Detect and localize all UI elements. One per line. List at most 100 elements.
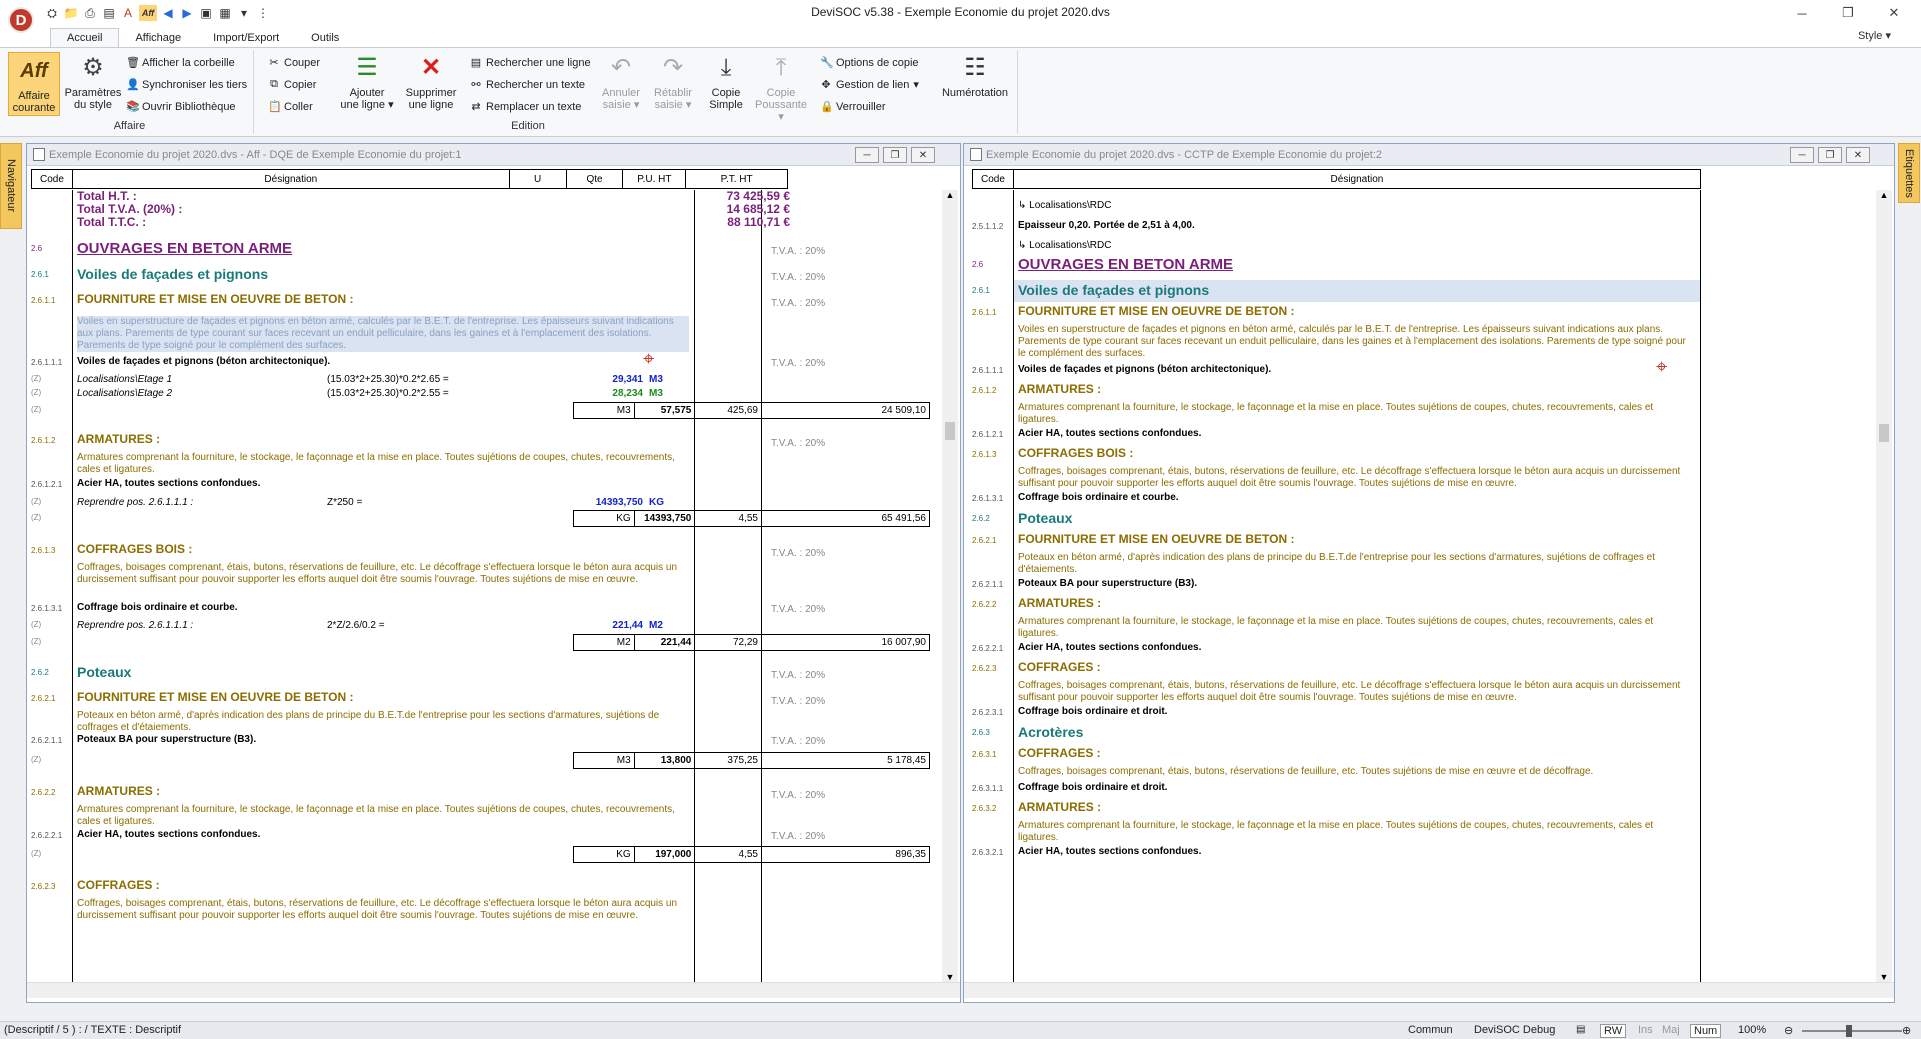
afficher-corbeille-button[interactable]: 🗑 Afficher la corbeille — [126, 56, 235, 70]
row-designation[interactable]: Voiles de façades et pignons — [1018, 282, 1209, 298]
tab-import-export[interactable]: Import/Export — [197, 29, 295, 47]
forward-arrow-icon[interactable]: ▶ — [179, 5, 195, 21]
affaire-courante-button[interactable]: Aff Affaire courante — [8, 52, 60, 116]
row-designation[interactable]: ARMATURES : — [1018, 800, 1101, 814]
row-designation[interactable]: Voiles de façades et pignons (béton arch… — [77, 356, 330, 367]
row-description[interactable]: Armatures comprenant la fourniture, le s… — [1018, 616, 1696, 640]
retablir-saisie-button[interactable]: ↷ Rétablir saisie ▾ — [648, 52, 698, 112]
remplacer-texte-button[interactable]: ⇄ Remplacer un texte — [470, 100, 581, 114]
coller-button[interactable]: 📋 Coller — [268, 100, 313, 114]
aff-quick-icon[interactable]: Aff — [139, 5, 157, 21]
row-description[interactable]: Coffrages, boisages comprenant, étais, b… — [1018, 466, 1696, 490]
customize-qa-icon[interactable]: ⋮ — [255, 5, 271, 21]
cctp-vertical-scrollbar[interactable]: ▲ ▼ — [1876, 190, 1892, 982]
supprimer-ligne-button[interactable]: ✕ Supprimer une ligne — [400, 52, 462, 112]
gestion-lien-button[interactable]: ✥ Gestion de lien ▾ — [820, 78, 919, 92]
row-description[interactable]: Coffrages, boisages comprenant, étais, b… — [77, 562, 689, 586]
quantity-formula[interactable]: (15.03*2+25.30)*0.2*2.65 = — [327, 374, 449, 385]
row-designation[interactable]: COFFRAGES : — [77, 878, 160, 892]
header-designation[interactable]: Désignation — [1014, 170, 1700, 188]
style-menu[interactable]: Style ▾ — [1858, 29, 1891, 42]
row-designation[interactable]: Epaisseur 0,20. Portée de 2,51 à 4,00. — [1018, 220, 1195, 231]
row-description[interactable]: Armatures comprenant la fourniture, le s… — [77, 452, 689, 476]
quantity-formula[interactable]: (15.03*2+25.30)*0.2*2.55 = — [327, 388, 449, 399]
row-designation[interactable]: Acier HA, toutes sections confondues. — [77, 829, 260, 840]
row-description[interactable]: Poteaux en béton armé, d'après indicatio… — [1018, 552, 1696, 576]
row-designation[interactable]: FOURNITURE ET MISE EN OEUVRE DE BETON : — [77, 292, 353, 306]
row-description[interactable]: Armatures comprenant la fourniture, le s… — [1018, 402, 1696, 426]
pane-restore-icon[interactable]: ❐ — [1818, 147, 1842, 163]
row-description[interactable]: Armatures comprenant la fourniture, le s… — [77, 804, 689, 828]
row-designation[interactable]: COFFRAGES : — [1018, 746, 1101, 760]
localisation-label[interactable]: Localisations\Etage 2 — [77, 388, 172, 399]
localisation-label[interactable]: Localisations\Etage 1 — [77, 374, 172, 385]
localisation-label[interactable]: Reprendre pos. 2.6.1.1.1 : — [77, 620, 193, 631]
preview-icon[interactable]: ▤ — [101, 5, 117, 21]
header-pu[interactable]: P.U. HT — [623, 170, 687, 188]
row-description[interactable]: Coffrages, boisages comprenant, étais, b… — [77, 898, 689, 922]
tab-affichage[interactable]: Affichage — [119, 29, 197, 47]
rechercher-texte-button[interactable]: ⚯ Rechercher un texte — [470, 78, 585, 92]
row-designation[interactable]: Acrotères — [1018, 724, 1083, 740]
synchroniser-tiers-button[interactable]: 👤 Synchroniser les tiers — [126, 78, 247, 92]
row-description[interactable]: Coffrages, boisages comprenant, étais, b… — [1018, 766, 1696, 778]
status-doc-icon[interactable]: ▤ — [1576, 1024, 1585, 1035]
row-designation[interactable]: ARMATURES : — [1018, 596, 1101, 610]
folder-open-icon[interactable]: 📁 — [63, 5, 79, 21]
row-designation[interactable]: ARMATURES : — [77, 784, 160, 798]
zoom-slider-thumb[interactable] — [1846, 1025, 1852, 1037]
verrouiller-button[interactable]: 🔒 Verrouiller — [820, 100, 886, 114]
row-designation[interactable]: Poteaux — [1018, 510, 1072, 526]
cctp-horizontal-scrollbar[interactable] — [964, 982, 1894, 998]
row-description[interactable]: Armatures comprenant la fourniture, le s… — [1018, 820, 1696, 844]
close-icon[interactable]: ✕ — [1871, 0, 1917, 26]
header-code[interactable]: Code — [32, 170, 73, 188]
numerotation-button[interactable]: ☷ Numérotation — [938, 52, 1012, 100]
annuler-saisie-button[interactable]: ↶ Annuler saisie ▾ — [596, 52, 646, 112]
row-designation[interactable]: Poteaux — [77, 664, 131, 680]
tab-outils[interactable]: Outils — [295, 29, 355, 47]
zoom-slider[interactable] — [1802, 1030, 1902, 1032]
row-designation[interactable]: COFFRAGES BOIS : — [77, 542, 192, 556]
status-rw[interactable]: RW — [1600, 1024, 1627, 1038]
row-designation[interactable]: Voiles de façades et pignons (béton arch… — [1018, 364, 1271, 375]
dqe-body[interactable]: Total H.T. : Total T.V.A. (20%) : Total T.… — [27, 190, 942, 982]
crosshair-link-icon[interactable]: ⌖ — [643, 348, 654, 371]
row-description[interactable]: Voiles en superstructure de façades et p… — [1018, 324, 1696, 360]
copie-simple-button[interactable]: ⤓ Copie Simple — [702, 52, 750, 112]
pane-minimize-icon[interactable]: ─ — [1790, 147, 1814, 163]
header-pt[interactable]: P.T. HT — [686, 170, 787, 188]
row-designation[interactable]: Poteaux BA pour superstructure (B3). — [77, 734, 256, 745]
scroll-thumb[interactable] — [1879, 424, 1889, 442]
row-designation[interactable]: Coffrage bois ordinaire et courbe. — [77, 602, 238, 613]
scroll-up-icon[interactable]: ▲ — [1876, 190, 1892, 200]
restore-icon[interactable]: ❐ — [1825, 0, 1871, 26]
row-designation[interactable]: OUVRAGES EN BETON ARME — [77, 240, 292, 257]
app-logo[interactable]: D — [8, 7, 34, 33]
pane-close-icon[interactable]: ✕ — [1846, 147, 1870, 163]
row-designation[interactable]: OUVRAGES EN BETON ARME — [1018, 256, 1233, 273]
quantity-formula[interactable]: Z*250 = — [327, 497, 362, 508]
header-u[interactable]: U — [510, 170, 567, 188]
header-designation[interactable]: Désignation — [73, 170, 510, 188]
copie-poussante-button[interactable]: ⤒ Copie Poussante ▾ — [752, 52, 810, 124]
ouvrir-bibliotheque-button[interactable]: 📚 Ouvrir Bibliothèque — [126, 100, 236, 114]
row-designation[interactable]: Acier HA, toutes sections confondues. — [77, 478, 260, 489]
frame-icon[interactable]: ▣ — [198, 5, 214, 21]
copier-button[interactable]: ⧉ Copier — [268, 78, 316, 91]
scroll-down-icon[interactable]: ▼ — [942, 972, 958, 982]
localisation-label[interactable]: Reprendre pos. 2.6.1.1.1 : — [77, 497, 193, 508]
zoom-out-icon[interactable]: ⊖ — [1784, 1024, 1793, 1037]
header-qte[interactable]: Qte — [567, 170, 624, 188]
row-designation[interactable]: Acier HA, toutes sections confondues. — [1018, 846, 1201, 857]
localisation-label[interactable]: ↳ Localisations\RDC — [1018, 240, 1111, 251]
options-copie-button[interactable]: 🔧 Options de copie — [820, 56, 919, 70]
minimize-icon[interactable]: ─ — [1779, 0, 1825, 26]
window-dropdown-icon[interactable]: ▾ — [236, 5, 252, 21]
dqe-vertical-scrollbar[interactable]: ▲ ▼ — [942, 190, 958, 982]
acrobat-icon[interactable]: A — [120, 5, 136, 21]
row-description[interactable]: Coffrages, boisages comprenant, étais, b… — [1018, 680, 1696, 704]
row-designation[interactable]: COFFRAGES BOIS : — [1018, 446, 1133, 460]
scroll-down-icon[interactable]: ▼ — [1876, 972, 1892, 982]
dqe-horizontal-scrollbar[interactable] — [27, 982, 960, 998]
